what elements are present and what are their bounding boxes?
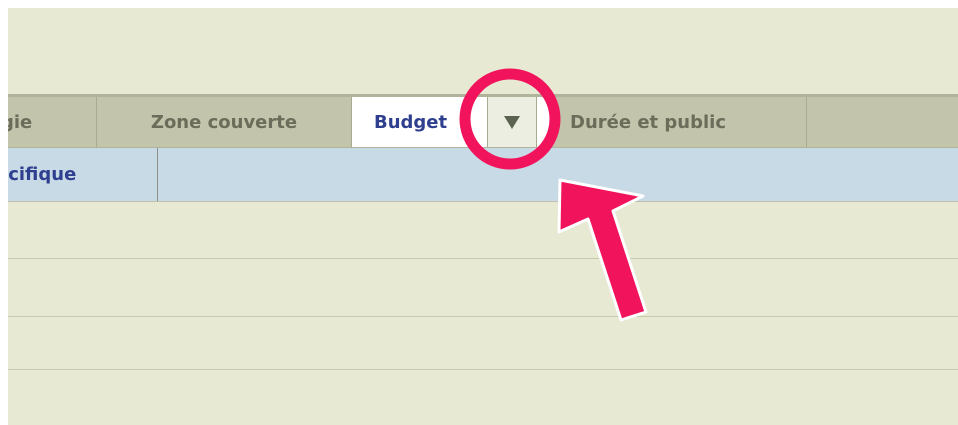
tab-dropdown-button[interactable] xyxy=(487,97,537,147)
subtab-specifique[interactable]: écifique xyxy=(8,148,158,201)
tab-label: Zone couverte xyxy=(150,111,298,133)
list-row xyxy=(8,317,958,369)
list-row xyxy=(8,370,958,425)
tab-budget[interactable]: Budget xyxy=(352,97,552,147)
app-canvas: gie Zone couverte Budget Durée et public… xyxy=(8,8,958,425)
subtab-label: écifique xyxy=(8,164,77,185)
list-row xyxy=(8,203,958,258)
tab-strategy[interactable]: gie xyxy=(8,97,97,147)
caret-down-icon xyxy=(504,115,520,129)
tab-bar-filler xyxy=(807,97,958,147)
tab-label: Budget xyxy=(374,111,448,133)
tab-label: Durée et public xyxy=(570,111,726,133)
subtab-row: écifique xyxy=(8,148,958,202)
tab-duree-et-public[interactable]: Durée et public xyxy=(552,97,807,147)
list-row xyxy=(8,259,958,316)
tab-bar: gie Zone couverte Budget Durée et public xyxy=(8,94,958,148)
tab-zone-couverte[interactable]: Zone couverte xyxy=(97,97,352,147)
tab-label: gie xyxy=(8,111,33,133)
